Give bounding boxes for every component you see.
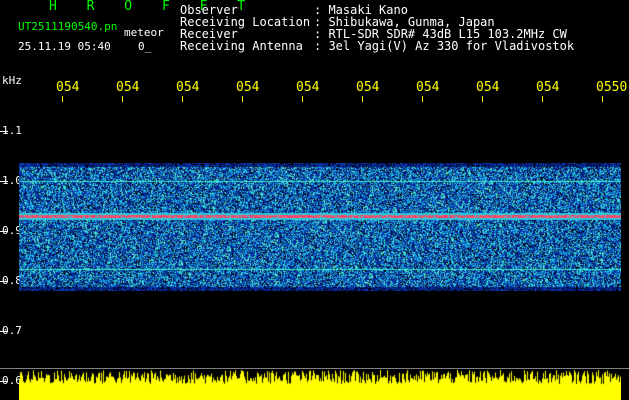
meteor-count: 0_	[138, 40, 152, 53]
spectrogram	[19, 163, 621, 291]
freq-tick	[0, 181, 8, 182]
time-tick: 0550	[596, 80, 627, 102]
file-name: UT2511190540.pn	[18, 20, 118, 33]
time-tick: 054	[56, 80, 79, 102]
info-key-antenna: Receiving Antenna	[180, 39, 303, 53]
timestamp: 25.11.19 05:40	[18, 40, 111, 53]
time-tick: 054	[116, 80, 139, 102]
freq-unit-label: kHz	[2, 74, 22, 87]
time-tick: 054	[296, 80, 319, 102]
freq-tick	[0, 131, 8, 132]
time-tick: 054	[536, 80, 559, 102]
freq-tick	[0, 331, 8, 332]
freq-tick	[0, 231, 8, 232]
time-tick: 054	[176, 80, 199, 102]
time-tick: 054	[356, 80, 379, 102]
freq-tick	[0, 281, 8, 282]
freq-tick	[0, 381, 8, 382]
signal-level-meter	[19, 368, 621, 400]
info-value-antenna: : 3el Yagi(V) Az 330 for Vladivostok	[314, 39, 575, 53]
time-tick: 054	[236, 80, 259, 102]
time-tick: 054	[476, 80, 499, 102]
meteor-label: meteor	[124, 26, 164, 39]
time-tick: 054	[416, 80, 439, 102]
